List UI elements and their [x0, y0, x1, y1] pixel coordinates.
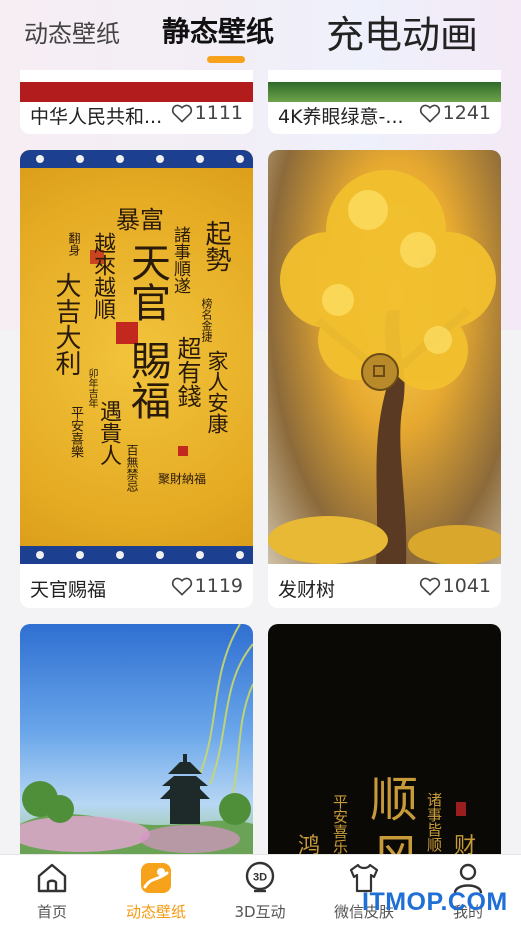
3d-icon: 3D — [245, 861, 275, 893]
svg-text:3D: 3D — [253, 872, 267, 884]
money-tree-illustration — [268, 170, 501, 564]
nav-home[interactable]: 首页 — [0, 855, 104, 926]
wallpaper-icon — [141, 863, 171, 893]
wallpaper-card[interactable]: 4K养眼绿意-... 1241 — [268, 70, 501, 134]
seal-stamp — [456, 802, 466, 816]
like-counter[interactable]: 1111 — [171, 102, 243, 124]
art-text: 超有錢 — [173, 336, 201, 408]
top-tab-bar: 动态壁纸 静态壁纸 充电动画 — [0, 0, 521, 80]
wallpaper-title: 中华人民共和... — [30, 106, 163, 128]
art-text: 翻身 — [67, 232, 81, 256]
like-count: 1241 — [442, 102, 491, 124]
active-tab-indicator — [207, 56, 245, 63]
art-text: 起勢 — [201, 220, 231, 272]
tab-static-wallpaper[interactable]: 静态壁纸 — [162, 10, 274, 50]
like-count: 1041 — [442, 575, 491, 597]
wallpaper-title: 4K养眼绿意-... — [278, 106, 404, 128]
wallpaper-card[interactable]: 中华人民共和... 1111 — [20, 70, 253, 134]
art-text: 大吉大利 — [51, 272, 81, 376]
pagoda-landscape-illustration — [20, 624, 253, 864]
site-watermark: ITMOP.COM — [362, 888, 508, 916]
nav-3d-interactive[interactable]: 3D 3D互动 — [208, 855, 312, 926]
tab-dynamic-wallpaper[interactable]: 动态壁纸 — [24, 14, 120, 49]
tab-charging-animation[interactable]: 充电动画 — [326, 4, 478, 59]
art-text: 諸事順遂 — [170, 226, 190, 294]
wallpaper-thumbnail[interactable] — [20, 624, 253, 864]
art-text: 聚財納福 — [158, 472, 207, 486]
wallpaper-thumbnail[interactable] — [268, 82, 501, 102]
heart-icon[interactable] — [419, 103, 441, 123]
like-count: 1119 — [194, 575, 243, 597]
nav-label: 动态壁纸 — [125, 903, 186, 921]
art-text: 賜福 — [124, 340, 170, 420]
art-text: 遇貴人 — [96, 400, 121, 466]
wallpaper-title: 发财树 — [278, 579, 336, 601]
art-text: 越來越順 — [90, 232, 115, 320]
like-counter[interactable]: 1119 — [171, 575, 243, 597]
wallpaper-thumbnail[interactable] — [20, 82, 253, 102]
nav-dynamic-wallpaper[interactable]: 动态壁纸 — [104, 855, 208, 926]
art-text: 平安喜樂 — [68, 406, 83, 458]
nav-label: 3D互动 — [234, 903, 286, 921]
like-count: 1111 — [194, 102, 243, 124]
wallpaper-card[interactable]: 暴富 天官 賜福 越來越順 大吉大利 翻身 卯年吉年 平安喜樂 起勢 諸事順遂 … — [20, 150, 253, 608]
home-icon — [37, 863, 67, 893]
nav-label: 首页 — [36, 903, 67, 921]
wallpaper-title: 天官赐福 — [30, 579, 107, 601]
wallpaper-card[interactable]: 顺 风 平安喜乐 诸事皆顺 鸿 财 — [268, 624, 501, 864]
like-counter[interactable]: 1041 — [419, 575, 491, 597]
art-text: 榜名金捷 — [200, 298, 213, 342]
wallpaper-card[interactable] — [20, 624, 253, 864]
heart-icon[interactable] — [171, 576, 193, 596]
art-text: 百無禁忌 — [125, 444, 139, 492]
heart-icon[interactable] — [171, 103, 193, 123]
wallpaper-thumbnail[interactable] — [268, 150, 501, 564]
wallpaper-card[interactable]: 发财树 1041 — [268, 150, 501, 608]
wallpaper-thumbnail[interactable]: 顺 风 平安喜乐 诸事皆顺 鸿 财 — [268, 624, 501, 864]
wallpaper-thumbnail[interactable]: 暴富 天官 賜福 越來越順 大吉大利 翻身 卯年吉年 平安喜樂 起勢 諸事順遂 … — [20, 150, 253, 564]
heart-icon[interactable] — [419, 576, 441, 596]
art-text: 家人安康 — [205, 350, 229, 434]
art-text: 暴富 — [116, 206, 164, 234]
like-counter[interactable]: 1241 — [419, 102, 491, 124]
